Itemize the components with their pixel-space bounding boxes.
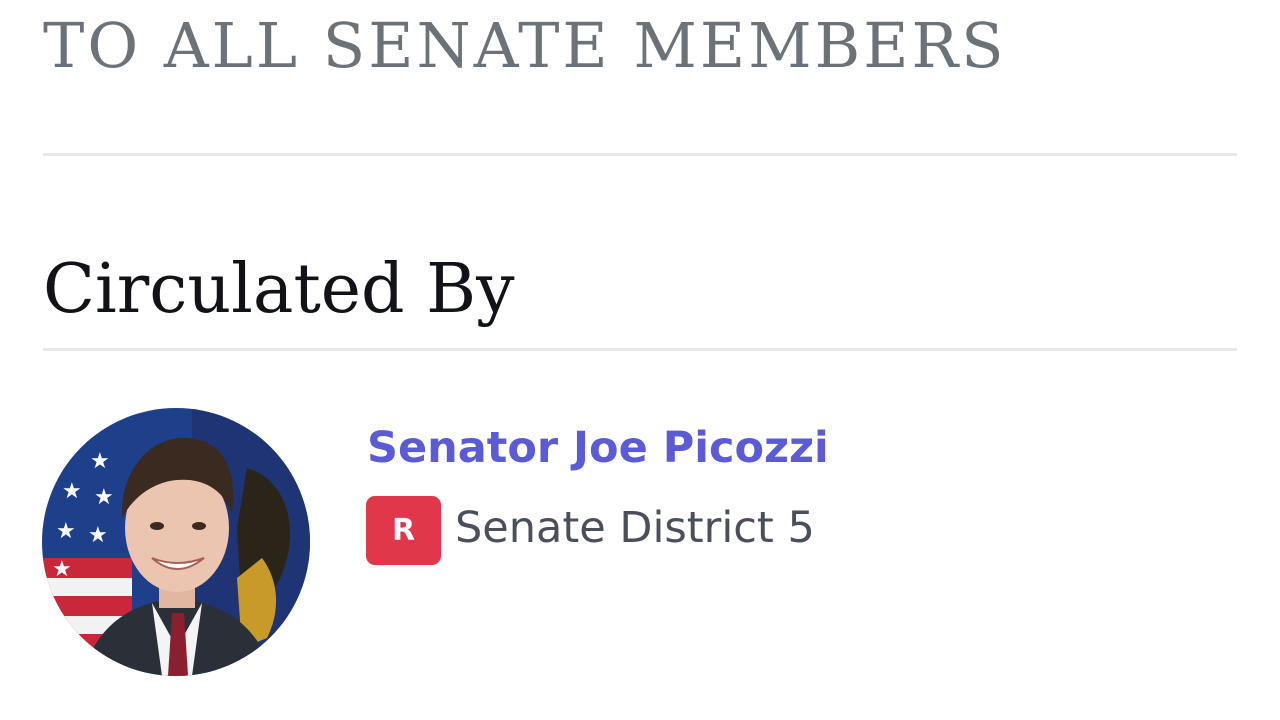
avatar[interactable]: ★ ★ ★ ★ ★ ★ <box>42 408 310 676</box>
svg-text:★: ★ <box>56 519 76 544</box>
party-badge: R <box>366 496 441 565</box>
divider <box>43 153 1237 156</box>
sponsor-name-link[interactable]: Senator Joe Picozzi <box>367 420 829 476</box>
page-title: TO ALL SENATE MEMBERS <box>43 9 1007 82</box>
divider <box>43 348 1237 351</box>
page: TO ALL SENATE MEMBERS Circulated By ★ ★ … <box>0 0 1280 720</box>
svg-text:★: ★ <box>52 557 72 582</box>
svg-text:★: ★ <box>90 449 110 474</box>
svg-text:★: ★ <box>88 523 108 548</box>
sponsor-district: Senate District 5 <box>455 503 815 553</box>
avatar-photo: ★ ★ ★ ★ ★ ★ <box>42 408 310 676</box>
section-heading: Circulated By <box>43 250 515 329</box>
svg-text:★: ★ <box>62 479 82 504</box>
svg-text:★: ★ <box>94 485 114 510</box>
